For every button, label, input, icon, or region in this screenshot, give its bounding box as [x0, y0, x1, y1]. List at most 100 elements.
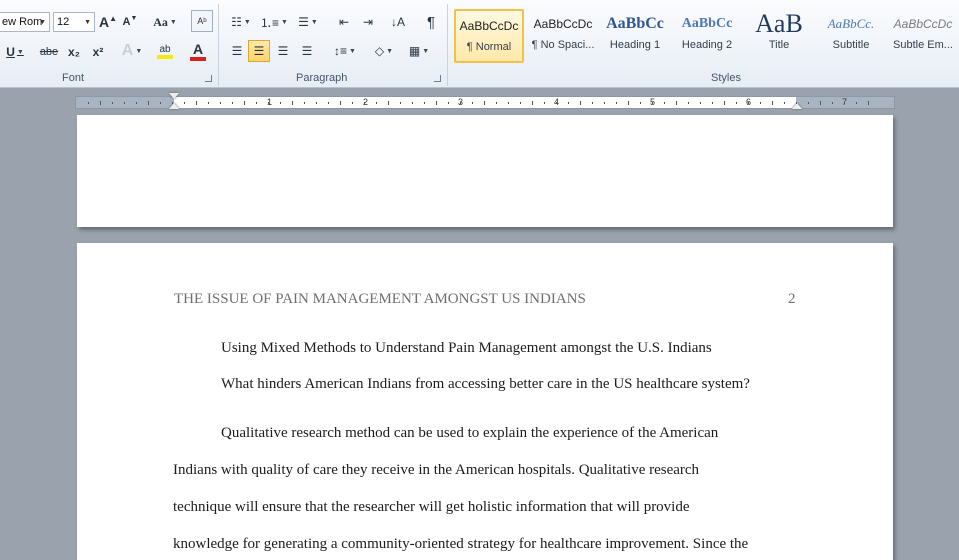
styles-gallery: AaBbCcDc ¶ Normal AaBbCcDc ¶ No Spaci...… — [452, 7, 959, 65]
borders-icon: ▦ — [408, 44, 421, 58]
font-size-value: 12 — [57, 16, 70, 28]
chevron-down-icon: ▼ — [84, 18, 91, 26]
numbering-button[interactable]: ⒈≡ ▼ — [259, 11, 289, 33]
ruler-tick — [820, 101, 821, 105]
style-name: Heading 1 — [609, 39, 661, 51]
ruler-tick — [244, 101, 245, 105]
subscript-button[interactable]: x₂ — [64, 41, 84, 63]
font-color-button[interactable]: A — [183, 40, 213, 62]
ruler-tick — [496, 102, 497, 104]
ruler-tick — [760, 102, 761, 104]
style-subtitle[interactable]: AaBbCc. Subtitle — [816, 9, 886, 63]
ruler-tick — [436, 101, 437, 105]
style-name: ¶ Normal — [466, 41, 512, 53]
font-size-combo[interactable]: 12 ▼ — [53, 12, 95, 32]
ruler-tick — [868, 101, 869, 105]
ruler-tick — [712, 102, 713, 104]
ruler-tick — [400, 102, 401, 104]
ruler-tick — [544, 102, 545, 104]
multilevel-list-button[interactable]: ☰ ▼ — [293, 11, 323, 33]
ruler-tick — [724, 101, 725, 105]
strikethrough-button[interactable]: abe — [38, 41, 60, 63]
justify-button[interactable]: ☰ — [296, 40, 318, 62]
show-formatting-button[interactable]: ¶ — [420, 11, 442, 33]
clear-formatting-button[interactable]: Aᵇ — [191, 10, 213, 32]
align-center-button[interactable]: ☰ — [248, 40, 270, 62]
right-indent-marker-icon[interactable] — [792, 103, 802, 109]
ruler-tick — [580, 101, 581, 105]
style-normal[interactable]: AaBbCcDc ¶ Normal — [454, 9, 524, 63]
ruler-tick — [172, 102, 173, 104]
style-name: Subtle Em... — [893, 39, 953, 51]
style-heading-2[interactable]: AaBbCc Heading 2 — [672, 9, 742, 63]
ruler-tick — [832, 102, 833, 104]
ruler-tick — [424, 102, 425, 104]
increase-indent-button[interactable]: ⇥ — [357, 11, 379, 33]
paragraph-dialog-launcher-icon[interactable] — [434, 75, 441, 82]
style-subtle-emphasis[interactable]: AaBbCcDc Subtle Em... — [888, 9, 958, 63]
bullet-list-icon: ☷ — [231, 15, 242, 29]
underline-icon: U — [6, 45, 15, 59]
clear-formatting-icon: Aᵇ — [197, 16, 207, 26]
shrink-font-button[interactable]: A ▼ — [121, 11, 139, 33]
line-spacing-button[interactable]: ↕≡ ▼ — [330, 40, 360, 62]
subscript-icon: x₂ — [67, 45, 80, 59]
ruler-tick — [688, 102, 689, 104]
shading-button[interactable]: ◇ ▼ — [369, 40, 399, 62]
document-page-2[interactable]: THE ISSUE OF PAIN MANAGEMENT AMONGST US … — [77, 243, 893, 560]
bullets-button[interactable]: ☷ ▼ — [226, 11, 256, 33]
align-left-button[interactable]: ☰ — [226, 40, 248, 62]
text-effects-button[interactable]: A ▼ — [118, 40, 146, 62]
ruler-tick — [700, 102, 701, 104]
style-title[interactable]: AaB Title — [744, 9, 814, 63]
ruler-tick — [856, 102, 857, 104]
horizontal-ruler[interactable]: 1 2 3 4 5 6 7 — [75, 93, 895, 109]
justify-icon: ☰ — [301, 44, 313, 58]
ruler-tick — [220, 102, 221, 104]
style-preview: AaBbCc. — [827, 16, 875, 31]
first-line-indent-marker-icon[interactable] — [169, 93, 179, 99]
ruler-tick — [556, 102, 557, 104]
font-name-combo[interactable]: ew Rom ▼ — [0, 12, 50, 32]
style-no-spacing[interactable]: AaBbCcDc ¶ No Spaci... — [528, 9, 598, 63]
style-preview: AaBbCc — [681, 16, 733, 31]
document-page-1[interactable] — [77, 115, 893, 227]
font-color-icon: A — [192, 41, 204, 57]
ruler-tick — [508, 102, 509, 104]
ruler-tick — [628, 101, 629, 105]
group-divider — [447, 4, 448, 86]
body-line: Indians with quality of care they receiv… — [173, 462, 700, 478]
style-name: Heading 2 — [681, 39, 733, 51]
increase-indent-icon: ⇥ — [362, 15, 374, 29]
ruler-tick — [772, 101, 773, 105]
group-divider — [218, 4, 219, 86]
change-case-button[interactable]: Aa ▼ — [150, 11, 180, 33]
superscript-icon: x² — [92, 45, 104, 59]
ruler-tick — [328, 102, 329, 104]
ruler-tick — [160, 102, 161, 104]
align-right-button[interactable]: ☰ — [272, 40, 294, 62]
style-preview: AaBbCcDc — [459, 19, 519, 33]
numbered-list-icon: ⒈≡ — [260, 15, 280, 30]
font-dialog-launcher-icon[interactable] — [205, 75, 212, 82]
decrease-indent-button[interactable]: ⇤ — [333, 11, 355, 33]
body-line: technique will ensure that the researche… — [173, 499, 690, 515]
ruler-tick — [676, 101, 677, 105]
grow-font-button[interactable]: A ▲ — [98, 11, 118, 33]
ruler-tick — [796, 102, 797, 104]
paper-title: Using Mixed Methods to Understand Pain M… — [221, 340, 712, 356]
style-heading-1[interactable]: AaBbCc Heading 1 — [600, 9, 670, 63]
ruler-tick — [376, 102, 377, 104]
ruler-tick — [448, 102, 449, 104]
highlight-color-button[interactable]: ab — [150, 40, 180, 62]
sort-icon: ↓A — [390, 15, 405, 29]
underline-button[interactable]: U ▼ — [4, 41, 26, 63]
hanging-indent-marker-icon[interactable] — [169, 103, 179, 109]
style-preview: AaBbCcDc — [533, 17, 593, 31]
sort-button[interactable]: ↓A — [387, 11, 409, 33]
align-left-icon: ☰ — [231, 44, 243, 58]
change-case-icon: Aa — [153, 14, 168, 29]
superscript-button[interactable]: x² — [88, 41, 108, 63]
borders-button[interactable]: ▦ ▼ — [404, 40, 434, 62]
ruler-tick — [616, 102, 617, 104]
